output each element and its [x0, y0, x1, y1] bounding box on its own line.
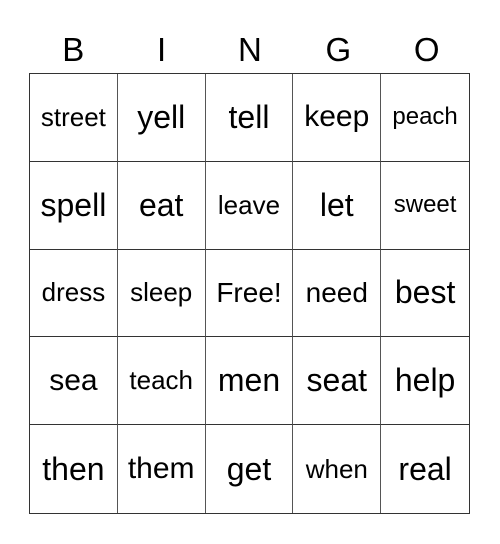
bingo-cell: them: [118, 425, 206, 513]
bingo-cell: when: [293, 425, 382, 513]
bingo-cell: then: [30, 425, 118, 513]
bingo-cell: help: [381, 337, 469, 426]
bingo-cell: eat: [117, 161, 206, 250]
bingo-card-grid: street yell tell keep peach spell eat le…: [29, 73, 470, 514]
bingo-cell: street: [30, 74, 118, 162]
bingo-header: B I N G O: [29, 30, 471, 70]
bingo-cell: need: [293, 249, 382, 338]
header-letter-i: I: [157, 31, 167, 68]
bingo-cell: sleep: [117, 249, 206, 338]
bingo-cell: teach: [117, 337, 206, 426]
bingo-cell: get: [206, 425, 294, 513]
bingo-cell: best: [381, 250, 469, 338]
header-letter-n: N: [238, 31, 262, 68]
bingo-cell: peach: [381, 74, 469, 162]
bingo-cell: let: [293, 161, 382, 250]
header-letter-b: B: [62, 31, 85, 68]
header-letter-g: G: [325, 31, 352, 68]
bingo-cell: dress: [30, 249, 118, 338]
bingo-cell: keep: [293, 74, 382, 162]
bingo-cell: real: [398, 450, 452, 487]
bingo-free-space: Free!: [205, 249, 294, 338]
bingo-cell: seat: [293, 337, 382, 426]
bingo-cell: sea: [30, 337, 118, 426]
bingo-cell: tell: [205, 74, 294, 162]
bingo-cell: leave: [205, 161, 294, 250]
bingo-cell: men: [205, 337, 294, 426]
bingo-cell: yell: [117, 74, 206, 162]
header-letter-o: O: [413, 31, 440, 68]
bingo-cell: spell: [30, 161, 118, 250]
bingo-cell: sweet: [381, 162, 469, 250]
